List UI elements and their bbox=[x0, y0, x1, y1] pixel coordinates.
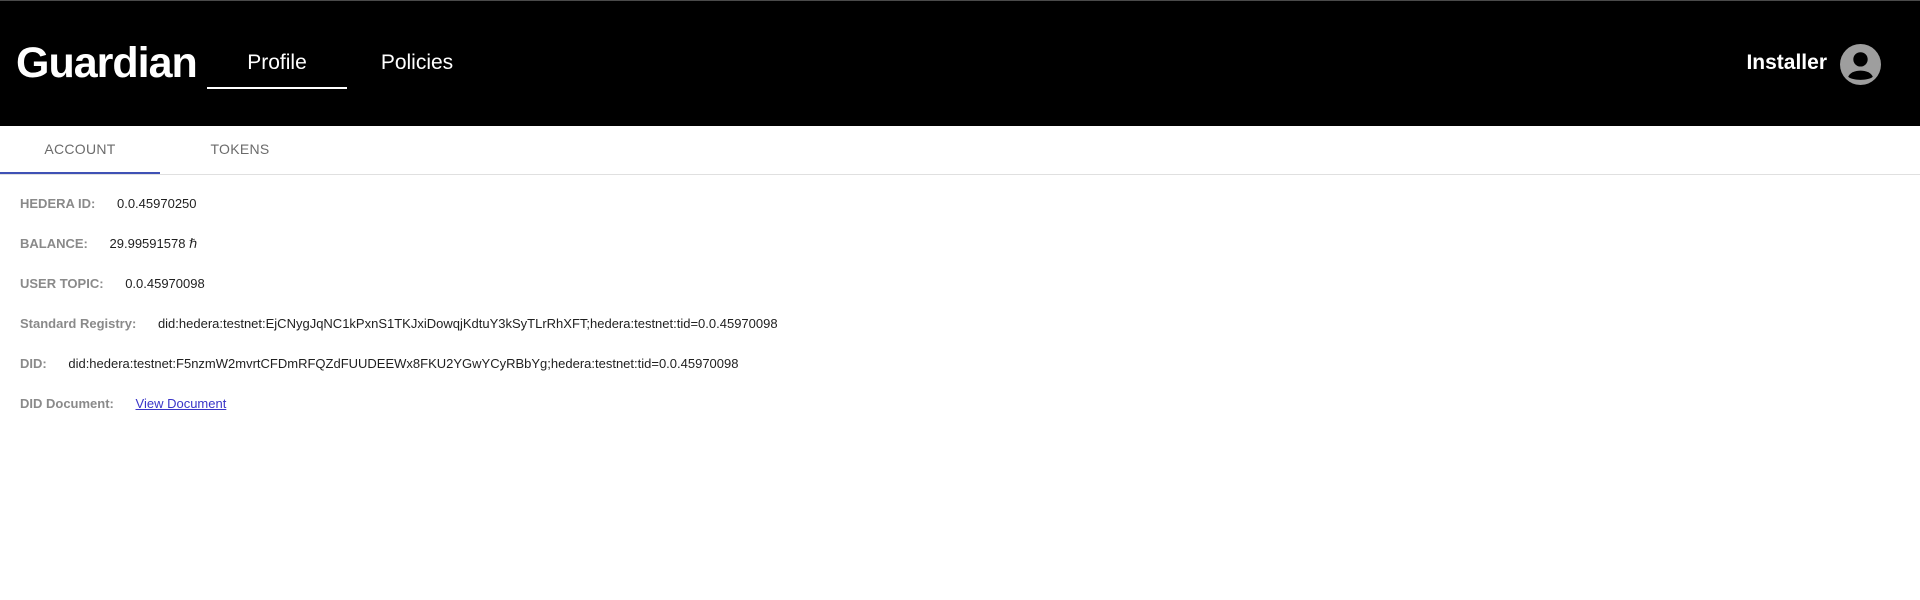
brand-logo[interactable]: Guardian bbox=[16, 37, 198, 89]
user-name[interactable]: Installer bbox=[1746, 45, 1827, 81]
nav-profile[interactable]: Profile bbox=[207, 45, 347, 81]
tab-tokens[interactable]: TOKENS bbox=[160, 126, 320, 174]
standard-registry-label: Standard Registry: bbox=[20, 316, 137, 331]
standard-registry-value: did:hedera:testnet:EjCNygJqNC1kPxnS1TKJx… bbox=[157, 316, 778, 331]
view-document-link[interactable]: View Document bbox=[136, 396, 227, 411]
did-document-row: DID Document: View Document bbox=[20, 390, 778, 430]
balance-row: BALANCE: 29.99591578 ℏ bbox=[20, 230, 778, 270]
account-circle-icon[interactable] bbox=[1840, 44, 1881, 85]
user-topic-label: USER TOPIC: bbox=[20, 276, 104, 291]
did-row: DID: did:hedera:testnet:F5nzmW2mvrtCFDmR… bbox=[20, 350, 778, 390]
hedera-id-label: HEDERA ID: bbox=[20, 196, 96, 211]
account-info: HEDERA ID: 0.0.45970250 BALANCE: 29.9959… bbox=[20, 190, 778, 430]
nav-active-indicator bbox=[207, 87, 347, 89]
did-value: did:hedera:testnet:F5nzmW2mvrtCFDmRFQZdF… bbox=[68, 356, 739, 371]
did-document-label: DID Document: bbox=[20, 396, 114, 411]
app-header: Guardian Profile Policies Installer bbox=[0, 0, 1920, 126]
hedera-id-value: 0.0.45970250 bbox=[116, 196, 197, 211]
standard-registry-row: Standard Registry: did:hedera:testnet:Ej… bbox=[20, 310, 778, 350]
nav-policies[interactable]: Policies bbox=[361, 45, 473, 81]
user-topic-row: USER TOPIC: 0.0.45970098 bbox=[20, 270, 778, 310]
tab-account[interactable]: ACCOUNT bbox=[0, 126, 160, 174]
balance-label: BALANCE: bbox=[20, 236, 88, 251]
hedera-id-row: HEDERA ID: 0.0.45970250 bbox=[20, 190, 778, 230]
tab-bar: ACCOUNT TOKENS bbox=[0, 126, 1920, 175]
did-label: DID: bbox=[20, 356, 47, 371]
user-topic-value: 0.0.45970098 bbox=[125, 276, 205, 291]
balance-value: 29.99591578 ℏ bbox=[109, 236, 198, 251]
